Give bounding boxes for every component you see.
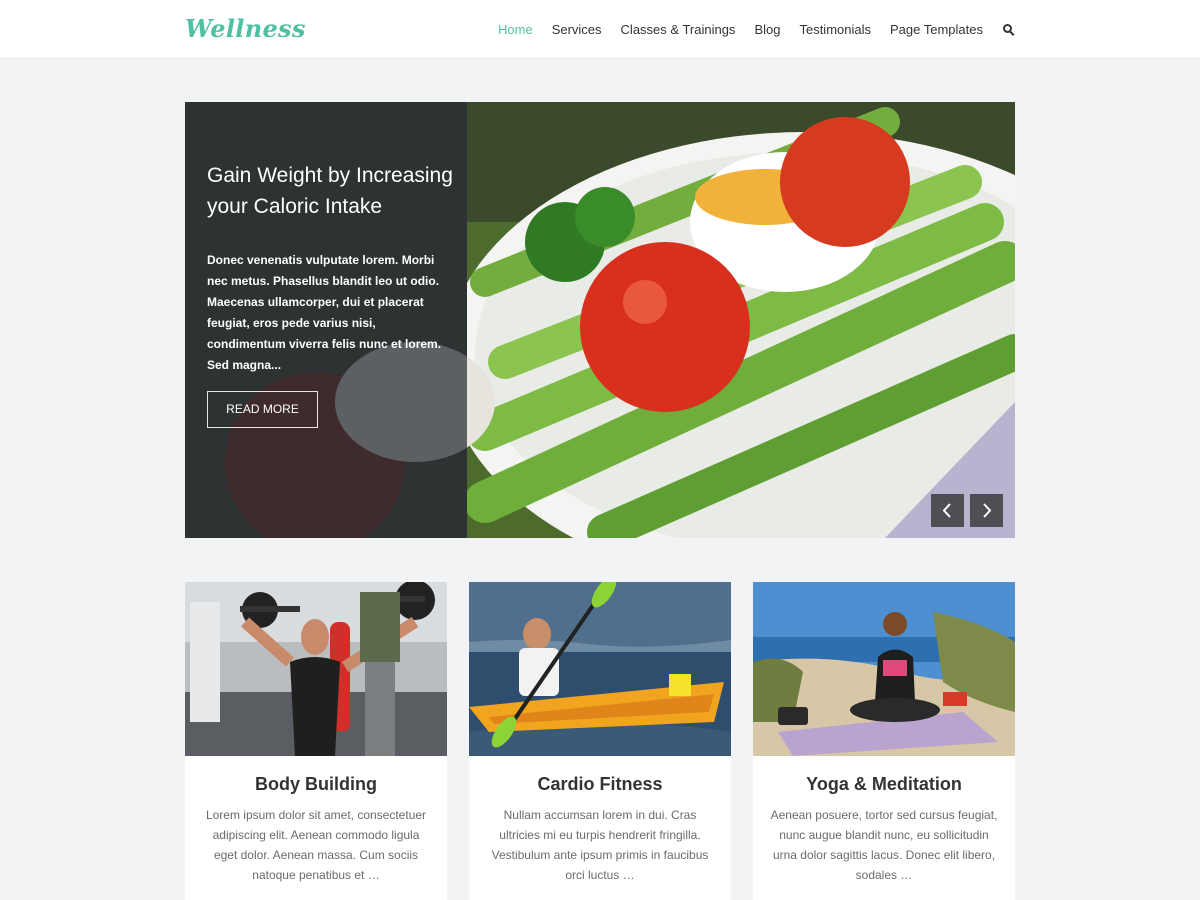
card-excerpt: Aenean posuere, tortor sed cursus feugia… [770,808,998,882]
hero-slider: Gain Weight by Increasing your Caloric I… [185,102,1015,538]
service-card-yoga-meditation: Yoga & Meditation Aenean posuere, tortor… [753,582,1015,900]
card-title[interactable]: Cardio Fitness [469,774,731,795]
hero-excerpt: Donec venenatis vulputate lorem. Morbi n… [207,253,442,372]
service-card-body-building: Body Building Lorem ipsum dolor sit amet… [185,582,447,900]
slider-prev-button[interactable] [931,494,964,527]
main-nav: Home Services Classes & Trainings Blog T… [479,0,1015,59]
hero-caption-panel: Gain Weight by Increasing your Caloric I… [185,102,467,538]
yoga-meditation-image[interactable] [753,582,1015,756]
nav-item-blog[interactable]: Blog [754,22,780,37]
read-more-button[interactable]: READ MORE [207,391,318,428]
chevron-left-icon [942,503,951,518]
body-building-image[interactable] [185,582,447,756]
nav-item-classes-trainings[interactable]: Classes & Trainings [621,22,736,37]
nav-item-testimonials[interactable]: Testimonials [799,22,871,37]
chevron-right-icon [983,503,992,518]
card-excerpt: Nullam accumsan lorem in dui. Cras ultri… [491,808,709,882]
cardio-fitness-image[interactable] [469,582,731,756]
service-card-cardio-fitness: Cardio Fitness Nullam accumsan lorem in … [469,582,731,900]
nav-item-home[interactable]: Home [498,22,533,37]
site-logo[interactable]: Wellness [185,14,306,43]
nav-item-services[interactable]: Services [552,22,602,37]
card-title[interactable]: Yoga & Meditation [753,774,1015,795]
hero-title[interactable]: Gain Weight by Increasing your Caloric I… [207,160,457,222]
search-icon[interactable] [1003,23,1015,36]
card-excerpt: Lorem ipsum dolor sit amet, consectetuer… [205,808,427,882]
card-title[interactable]: Body Building [185,774,447,795]
nav-item-page-templates[interactable]: Page Templates [890,22,983,37]
site-header: Wellness Home Services Classes & Trainin… [0,0,1200,59]
slider-next-button[interactable] [970,494,1003,527]
